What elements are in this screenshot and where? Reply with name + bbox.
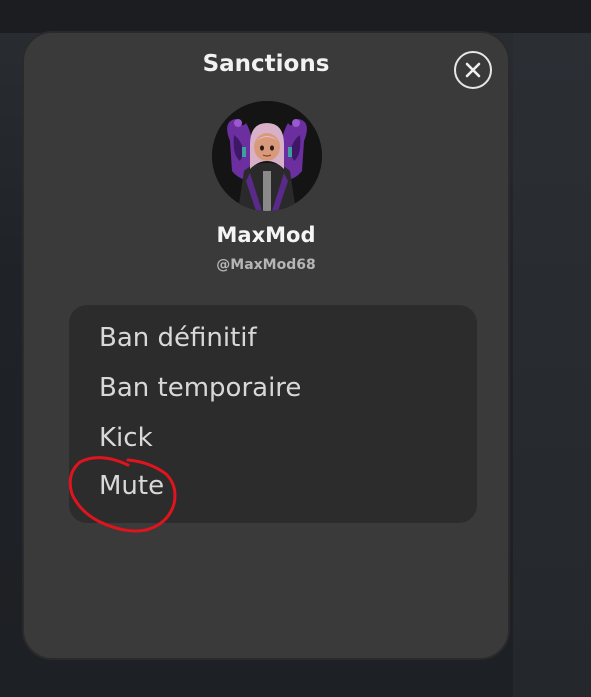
menu-item-ban-temporaire[interactable]: Ban temporaire [99, 373, 301, 403]
background-panel [513, 33, 591, 697]
close-button[interactable] [454, 51, 492, 89]
top-bar [0, 0, 591, 33]
user-handle: @MaxMod68 [216, 257, 316, 273]
sanctions-modal: Sanctions MaxMod @MaxMod68 Ban définitif… [22, 31, 510, 660]
avatar-image [212, 101, 322, 211]
menu-item-mute[interactable]: Mute [99, 471, 164, 501]
modal-title: Sanctions [202, 51, 330, 77]
avatar [212, 101, 322, 211]
close-icon [465, 62, 481, 78]
sanctions-menu: Ban définitif Ban temporaire Kick Mute [69, 305, 477, 523]
display-name: MaxMod [216, 223, 316, 247]
menu-item-ban-definitif[interactable]: Ban définitif [99, 323, 257, 353]
menu-item-kick[interactable]: Kick [99, 423, 153, 453]
